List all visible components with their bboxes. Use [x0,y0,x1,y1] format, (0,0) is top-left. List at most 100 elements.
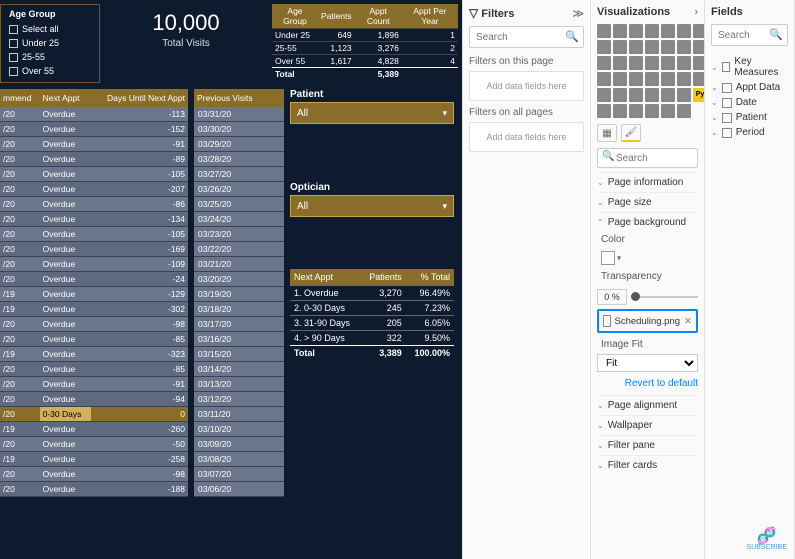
slicer-option[interactable]: Select all [9,22,91,36]
table-row[interactable]: /20Overdue-169 [0,242,188,257]
list-item[interactable]: 03/17/20 [194,317,284,332]
table-row[interactable]: /20Overdue-98 [0,317,188,332]
table-row[interactable]: 3. 31-90 Days2056.05% [290,316,454,331]
visual-type-icon[interactable] [597,72,611,86]
table-row[interactable]: /19Overdue-260 [0,422,188,437]
chevron-down-icon[interactable]: ▾ [617,254,621,263]
table-row[interactable]: /19Overdue-258 [0,452,188,467]
table-row[interactable]: /19Overdue-129 [0,287,188,302]
table-row[interactable]: /20Overdue-105 [0,227,188,242]
list-item[interactable]: 03/08/20 [194,452,284,467]
visual-type-icon[interactable] [661,40,675,54]
slicer-option[interactable]: Under 25 [9,36,91,50]
list-item[interactable]: 03/06/20 [194,482,284,497]
table-row[interactable]: /20Overdue-94 [0,392,188,407]
table-row[interactable]: /20Overdue-50 [0,437,188,452]
visual-type-icon[interactable] [597,40,611,54]
visual-type-icon[interactable] [645,104,659,118]
visual-type-icon[interactable] [645,72,659,86]
table-row[interactable]: /20Overdue-85 [0,332,188,347]
list-item[interactable]: 03/14/20 [194,362,284,377]
table-row[interactable]: /20Overdue-86 [0,197,188,212]
visual-type-icon[interactable] [677,88,691,102]
visual-type-icon[interactable] [613,104,627,118]
visual-type-icon[interactable] [629,88,643,102]
table-row[interactable]: /20Overdue-134 [0,212,188,227]
table-row[interactable]: /20Overdue-113 [0,107,188,122]
field-table[interactable]: ⌄Date [711,95,788,110]
table-row[interactable]: /20Overdue-188 [0,482,188,497]
list-item[interactable]: 03/12/20 [194,392,284,407]
visual-type-icon[interactable] [597,88,611,102]
fields-tab-icon[interactable]: ▦ [597,124,617,142]
python-visual-icon[interactable]: Py [693,88,705,102]
list-item[interactable]: 03/09/20 [194,437,284,452]
table-row[interactable]: /19Overdue-323 [0,347,188,362]
list-item[interactable]: 03/30/20 [194,122,284,137]
list-item[interactable]: 03/11/20 [194,407,284,422]
table-row[interactable]: /20Overdue-85 [0,362,188,377]
table-row[interactable]: /200-30 Days0 [0,407,188,422]
table-row[interactable]: Over 551,6174,8284 [272,55,458,68]
list-item[interactable]: 03/16/20 [194,332,284,347]
table-row[interactable]: Under 256491,8961 [272,29,458,42]
visual-type-icon[interactable] [629,72,643,86]
image-fit-select[interactable]: Fit [597,354,698,372]
visual-type-picker[interactable]: Py [597,24,698,118]
visual-type-icon[interactable] [629,24,643,38]
table-row[interactable]: /20Overdue-105 [0,167,188,182]
visual-type-icon[interactable] [693,56,705,70]
section-page-information[interactable]: ⌄Page information [597,172,698,192]
bg-image-selection[interactable]: Scheduling.png ✕ [597,309,698,333]
transparency-value[interactable]: 0 % [597,289,627,305]
list-item[interactable]: 03/22/20 [194,242,284,257]
bg-color-chip[interactable] [601,251,615,265]
table-row[interactable]: /20Overdue-91 [0,377,188,392]
table-row[interactable]: /20Overdue-109 [0,257,188,272]
age-group-slicer[interactable]: Age Group Select allUnder 2525-55Over 55 [0,4,100,83]
visual-type-icon[interactable] [597,24,611,38]
field-table[interactable]: ⌄Appt Data [711,80,788,95]
transparency-slider[interactable] [631,296,698,298]
patient-dropdown[interactable]: All▾ [290,102,454,124]
visual-type-icon[interactable] [597,104,611,118]
table-row[interactable]: 4. > 90 Days3229.50% [290,331,454,346]
visual-type-icon[interactable] [661,56,675,70]
list-item[interactable]: 03/24/20 [194,212,284,227]
visual-type-icon[interactable] [677,72,691,86]
table-row[interactable]: /20Overdue-207 [0,182,188,197]
table-row[interactable]: /20Overdue-89 [0,152,188,167]
visual-type-icon[interactable] [645,40,659,54]
visual-type-icon[interactable] [613,88,627,102]
section-page-background[interactable]: ⌃Page background [597,212,698,232]
section-filter-cards[interactable]: ⌄Filter cards [597,455,698,475]
section-wallpaper[interactable]: ⌄Wallpaper [597,415,698,435]
visual-type-icon[interactable] [661,104,675,118]
list-item[interactable]: 03/18/20 [194,302,284,317]
table-row[interactable]: /19Overdue-302 [0,302,188,317]
list-item[interactable]: 03/13/20 [194,377,284,392]
list-item[interactable]: 03/20/20 [194,272,284,287]
revert-to-default-link[interactable]: Revert to default [597,378,698,389]
section-page-size[interactable]: ⌄Page size [597,192,698,212]
visual-type-icon[interactable] [629,104,643,118]
list-item[interactable]: 03/26/20 [194,182,284,197]
field-table[interactable]: ⌄Patient [711,110,788,125]
visual-type-icon[interactable] [677,104,691,118]
collapse-icon[interactable]: ≫ [572,7,584,20]
visual-type-icon[interactable] [693,24,705,38]
optician-dropdown[interactable]: All▾ [290,195,454,217]
list-item[interactable]: 03/27/20 [194,167,284,182]
list-item[interactable]: 03/10/20 [194,422,284,437]
field-table[interactable]: ⌄Key Measures [711,54,788,80]
filters-allpages-dropzone[interactable]: Add data fields here [469,122,584,152]
visual-type-icon[interactable] [693,40,705,54]
list-item[interactable]: 03/07/20 [194,467,284,482]
visual-type-icon[interactable] [645,24,659,38]
appointments-table[interactable]: mmendNext ApptDays Until Next Appt/20Ove… [0,89,188,529]
table-row[interactable]: 2. 0-30 Days2457.23% [290,301,454,316]
section-filter-pane[interactable]: ⌄Filter pane [597,435,698,455]
visual-type-icon[interactable] [693,72,705,86]
remove-image-icon[interactable]: ✕ [684,316,692,327]
table-row[interactable]: 1. Overdue3,27096.49% [290,286,454,301]
